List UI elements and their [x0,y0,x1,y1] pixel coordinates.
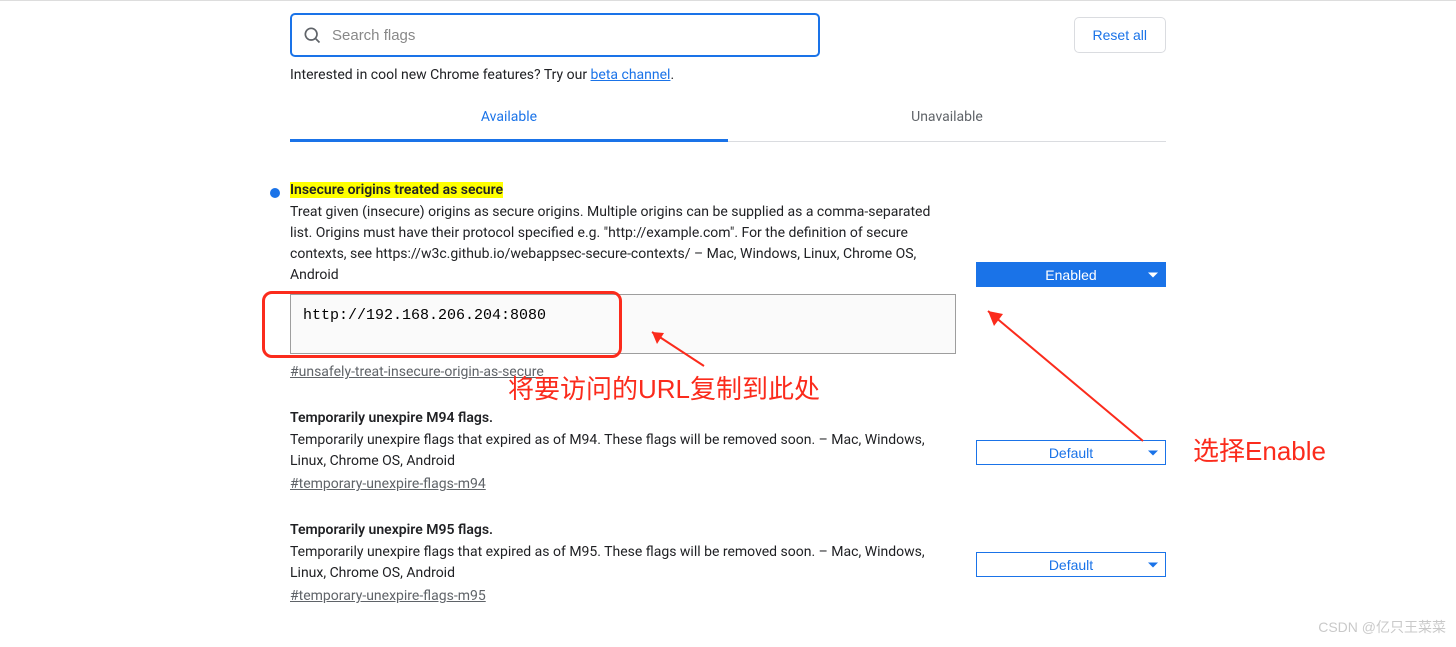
search-input[interactable] [332,27,808,44]
textarea-wrap [290,294,956,358]
modified-dot-icon [270,188,280,198]
top-row: Reset all [290,13,1166,57]
tab-unavailable[interactable]: Unavailable [728,95,1166,141]
flag-insecure-origins-wrapper: Insecure origins treated as secure Treat… [290,142,1166,380]
flag-description: Temporarily unexpire flags that expired … [290,430,956,472]
tabs: Available Unavailable [290,95,1166,142]
flag-anchor-link[interactable]: #unsafely-treat-insecure-origin-as-secur… [290,364,544,380]
flag-title: Temporarily unexpire M94 flags. [290,410,956,426]
flag-anchor-link[interactable]: #temporary-unexpire-flags-m94 [290,476,486,492]
flag-control: Default [976,410,1166,465]
flag-control: Default [976,522,1166,577]
flag-content: Temporarily unexpire M94 flags. Temporar… [290,410,976,492]
search-icon [302,25,322,45]
flag-title: Temporarily unexpire M95 flags. [290,522,956,538]
flag-title: Insecure origins treated as secure [290,182,956,198]
select-wrap: Default [976,552,1166,577]
flag-description: Temporarily unexpire flags that expired … [290,542,956,584]
promo-text: Interested in cool new Chrome features? … [290,67,1166,83]
flag-m94: Temporarily unexpire M94 flags. Temporar… [290,380,1166,492]
flag-content: Temporarily unexpire M95 flags. Temporar… [290,522,976,604]
annotation-enable-note: 选择Enable [1193,431,1326,468]
flag-content: Insecure origins treated as secure Treat… [290,182,976,380]
tab-available[interactable]: Available [290,95,728,142]
flag-state-select[interactable]: Default [976,440,1166,465]
watermark: CSDN @亿只王菜菜 [1318,617,1446,637]
page-root: Reset all Interested in cool new Chrome … [0,0,1456,647]
search-box[interactable] [290,13,820,57]
flag-m95: Temporarily unexpire M95 flags. Temporar… [290,492,1166,604]
flag-title-text: Insecure origins treated as secure [290,182,503,198]
flag-description: Treat given (insecure) origins as secure… [290,202,956,286]
select-wrap: Default [976,440,1166,465]
flag-state-select[interactable]: Enabled [976,262,1166,287]
select-wrap: Enabled [976,262,1166,287]
flag-anchor-link[interactable]: #temporary-unexpire-flags-m95 [290,588,486,604]
promo-prefix: Interested in cool new Chrome features? … [290,67,591,83]
beta-channel-link[interactable]: beta channel [591,67,671,83]
content-container: Reset all Interested in cool new Chrome … [290,1,1166,604]
flag-control: Enabled [976,182,1166,287]
insecure-origins-textarea[interactable] [290,294,956,354]
flag-state-select[interactable]: Default [976,552,1166,577]
reset-all-button[interactable]: Reset all [1074,17,1166,53]
flag-insecure-origins: Insecure origins treated as secure Treat… [290,142,1166,380]
